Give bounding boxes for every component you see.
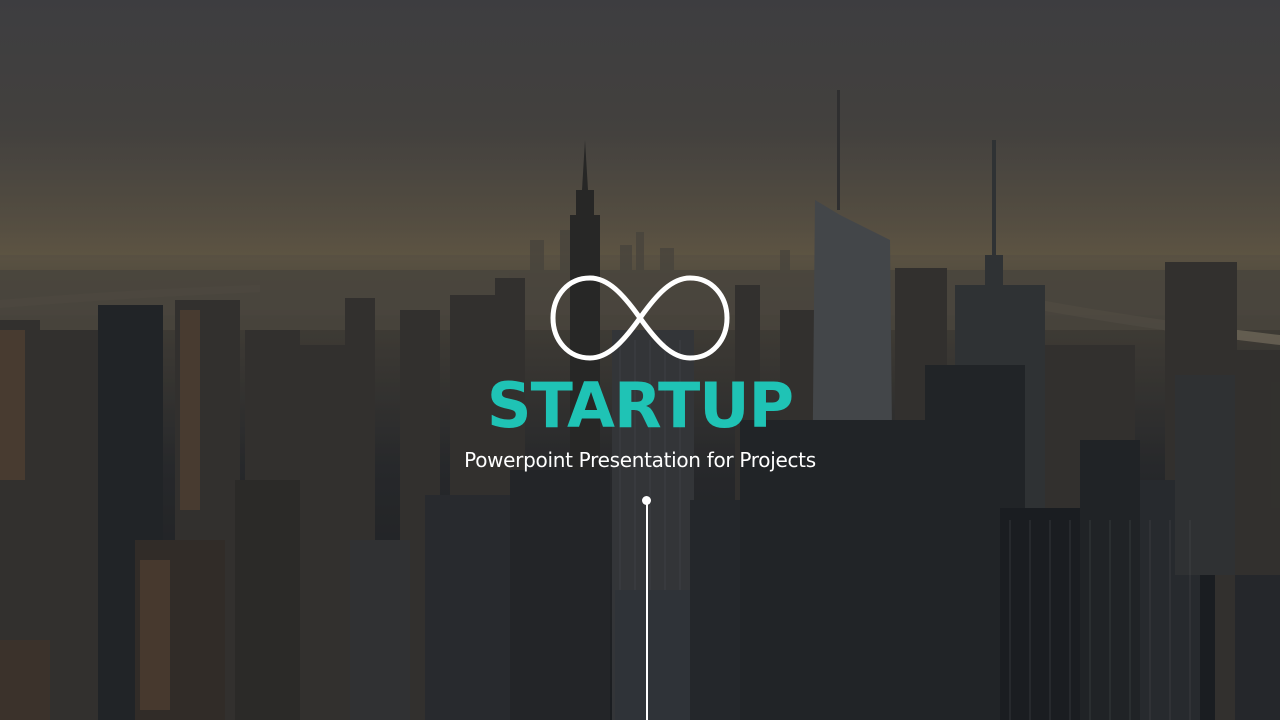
scroll-indicator-line (646, 500, 648, 720)
title-slide: STARTUP Powerpoint Presentation for Proj… (0, 0, 1280, 720)
infinity-icon (550, 275, 730, 361)
slide-subtitle: Powerpoint Presentation for Projects (464, 448, 816, 472)
slide-title: STARTUP (486, 369, 794, 442)
